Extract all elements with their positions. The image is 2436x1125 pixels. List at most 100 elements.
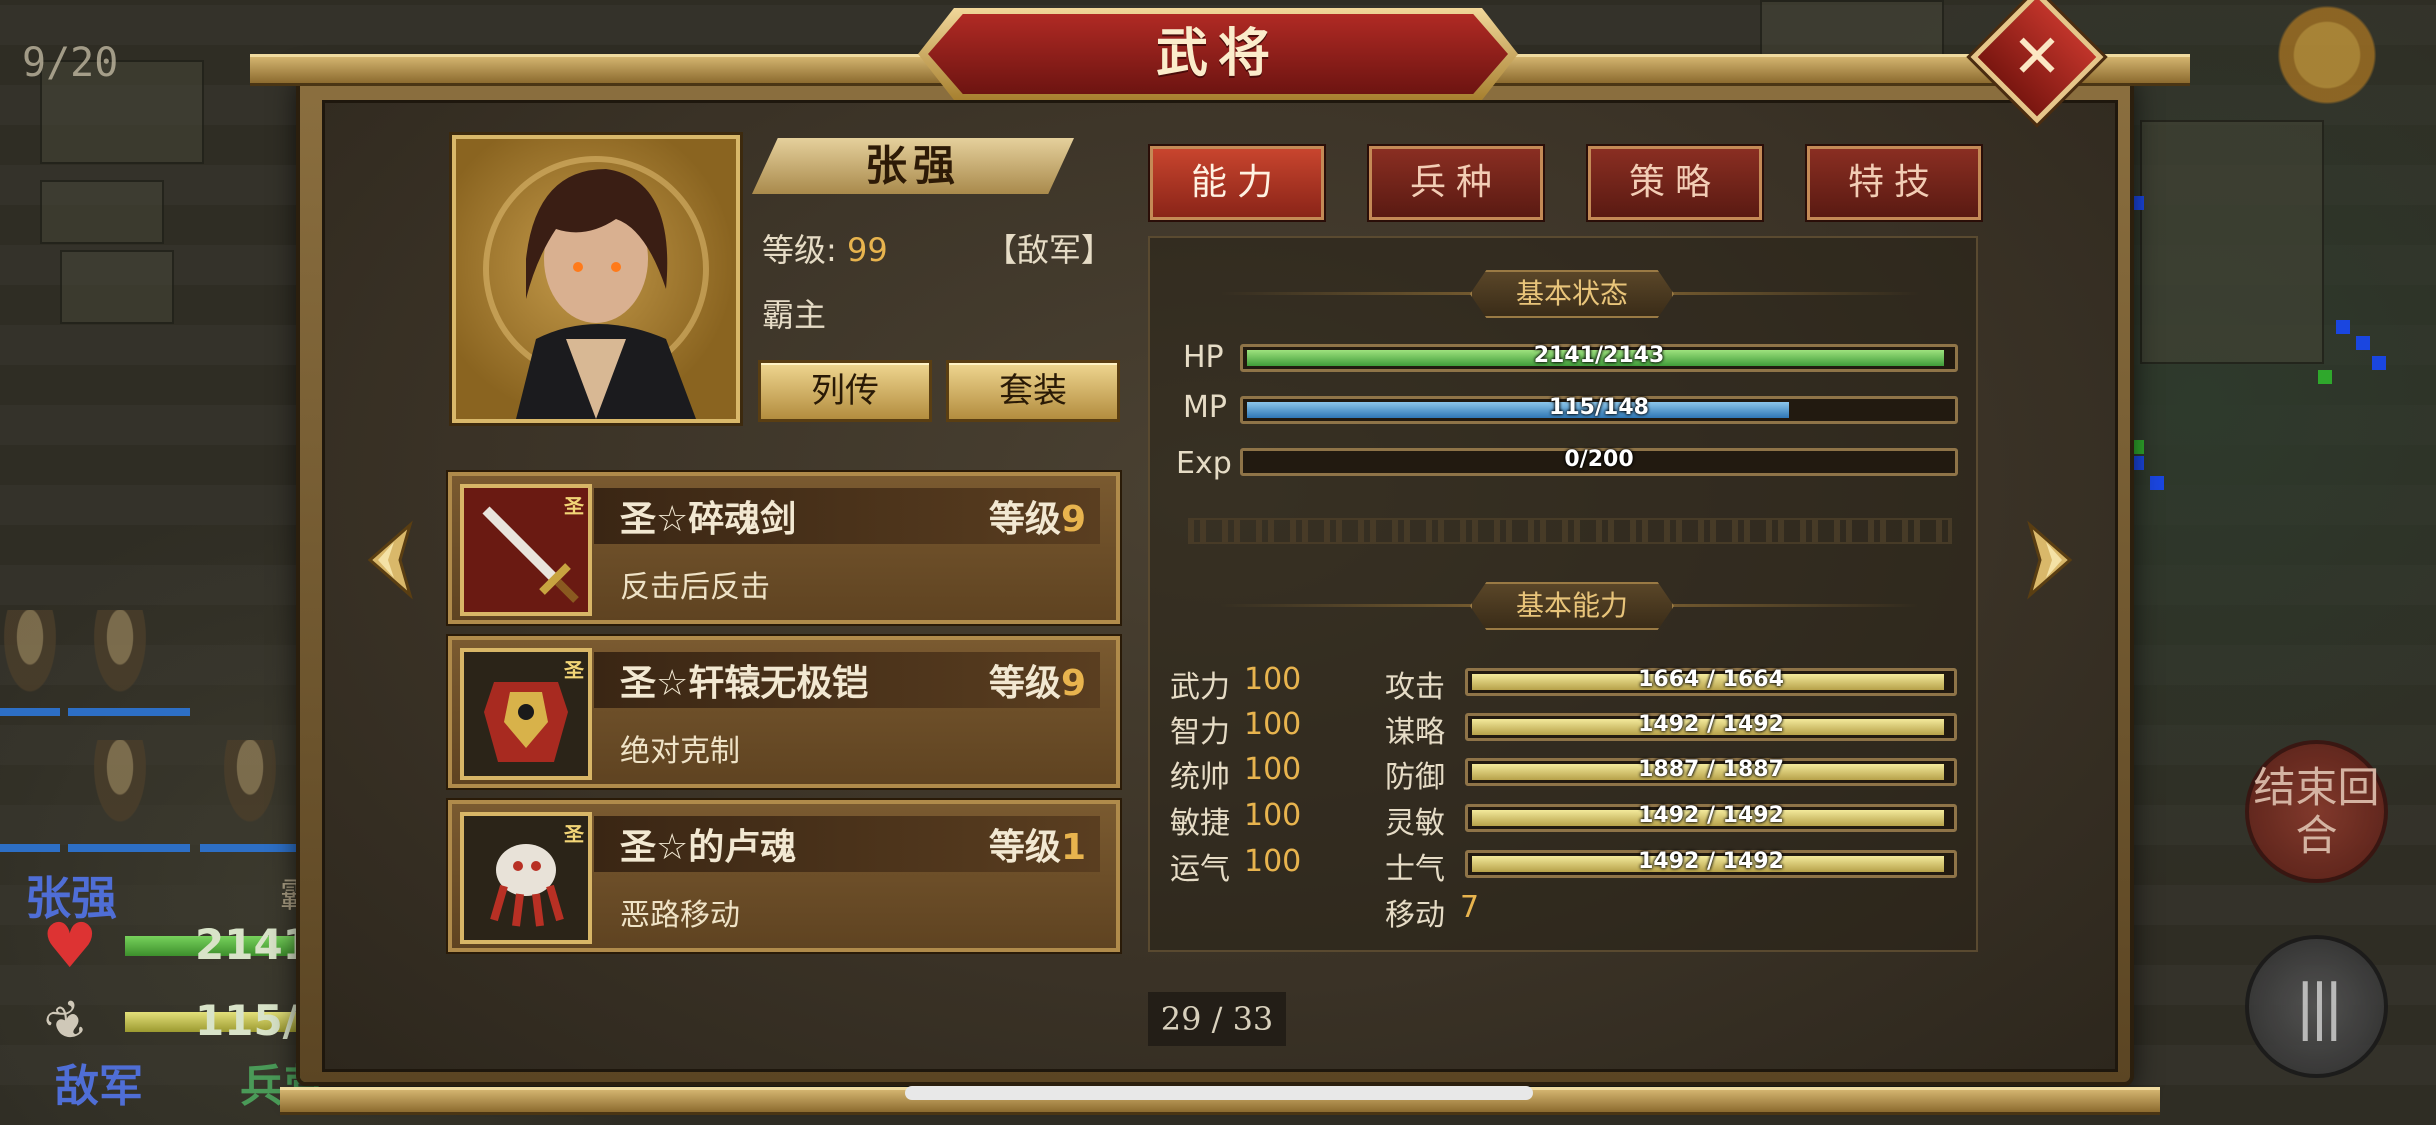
- equipment-name: 圣☆轩辕无极铠: [620, 663, 869, 704]
- soldier-hp-bar: [68, 708, 190, 716]
- soldier-hp-bar: [68, 844, 190, 852]
- soldier-hp-bar: [0, 844, 60, 852]
- equipment-level-value: 9: [1060, 663, 1086, 704]
- soldier-sprite: [0, 610, 60, 700]
- map-marker: [2130, 196, 2144, 210]
- combat-stat-bar: 1492 / 1492: [1465, 849, 1957, 878]
- equipment-level-label: 等级: [988, 663, 1061, 704]
- hp-bar: 2141/2143: [1240, 343, 1958, 372]
- mp-text: 115/148: [1549, 395, 1649, 420]
- turn-counter: 9/20: [22, 40, 119, 86]
- equipment-card[interactable]: 圣 圣☆的卢魂 等级1 恶路移动: [448, 800, 1120, 952]
- equipment-icon-box: 圣: [460, 648, 592, 780]
- equipment-level: 等级1: [989, 818, 1086, 870]
- decorative-pattern: [1188, 518, 1952, 544]
- biography-button[interactable]: 列传: [758, 360, 932, 422]
- soldier-sprite: [90, 740, 150, 830]
- class-label: 霸主: [762, 296, 827, 334]
- map-building: [2140, 120, 2324, 364]
- soldier-sprite: [220, 740, 280, 830]
- close-icon[interactable]: ✕: [1990, 10, 2084, 104]
- outfit-button[interactable]: 套装: [946, 360, 1120, 422]
- attr-name: 统帅: [1170, 760, 1230, 795]
- unit-faction: 敌军: [55, 1061, 143, 1112]
- map-marker: [2336, 320, 2350, 334]
- combat-stat-name: 谋略: [1385, 715, 1445, 750]
- page-indicator: 29 / 33: [1148, 992, 1286, 1046]
- equipment-level-value: 9: [1060, 499, 1086, 540]
- move-value: 7: [1460, 890, 1480, 925]
- end-turn-button[interactable]: 结束回合: [2245, 740, 2388, 883]
- basic-ability-title: 基本能力: [1470, 582, 1674, 630]
- tab-strategy[interactable]: 策略: [1588, 146, 1762, 220]
- level-label: 等级:: [762, 231, 837, 269]
- equipment-icon-box: 圣: [460, 484, 592, 616]
- hp-text: 2141/2143: [1533, 343, 1665, 368]
- combat-stat-text: 1492 / 1492: [1638, 712, 1784, 737]
- combat-stat-name: 攻击: [1385, 670, 1445, 705]
- tab-special-skill[interactable]: 特技: [1807, 146, 1981, 220]
- general-level: 等级: 99: [762, 225, 888, 271]
- attr-name: 智力: [1170, 715, 1230, 750]
- next-general-arrow-icon[interactable]: [2020, 520, 2080, 600]
- soldier-hp-bar: [200, 844, 300, 852]
- level-value: 99: [846, 231, 888, 269]
- basic-status-title: 基本状态: [1470, 270, 1674, 318]
- move-label: 移动: [1385, 898, 1445, 933]
- map-marker: [2150, 476, 2164, 490]
- previous-general-arrow-icon[interactable]: [360, 520, 420, 600]
- exp-label: Exp: [1176, 446, 1232, 481]
- map-marker: [2318, 370, 2332, 384]
- mp-label: MP: [1183, 390, 1227, 425]
- soldier-hp-bar: [0, 708, 60, 716]
- sun-icon: [2262, 0, 2392, 110]
- equipment-card[interactable]: 圣 圣☆轩辕无极铠 等级9 绝对克制: [448, 636, 1120, 788]
- equipment-effect: 绝对克制: [620, 734, 740, 769]
- attr-value: 100: [1244, 844, 1302, 879]
- attr-name: 武力: [1170, 670, 1230, 705]
- combat-stat-name: 士气: [1385, 852, 1445, 887]
- faction-label: 【敌军】: [985, 231, 1114, 269]
- exp-bar: 0/200: [1240, 447, 1958, 476]
- map-building: [40, 180, 164, 244]
- combat-stat-name: 防御: [1385, 760, 1445, 795]
- map-marker: [2356, 336, 2370, 350]
- attr-value: 100: [1244, 798, 1302, 833]
- menu-button[interactable]: |||: [2245, 935, 2388, 1078]
- map-building: [60, 250, 174, 324]
- general-name: 张强: [864, 141, 961, 190]
- combat-stat-text: 1887 / 1887: [1638, 757, 1784, 782]
- equipment-name: 圣☆的卢魂: [620, 827, 797, 868]
- equipment-level-label: 等级: [988, 499, 1061, 540]
- equipment-card[interactable]: 圣 圣☆碎魂剑 等级9 反击后反击: [448, 472, 1120, 624]
- soldier-sprite: [90, 610, 150, 700]
- equipment-icon-box: 圣: [460, 812, 592, 944]
- equipment-effect: 反击后反击: [620, 570, 770, 605]
- equipment-level-label: 等级: [988, 827, 1061, 868]
- attr-value: 100: [1244, 752, 1302, 787]
- sacred-badge-icon: 圣: [564, 822, 584, 846]
- page-title: 武将: [1155, 23, 1280, 84]
- portrait-art: [483, 156, 709, 419]
- tab-ability[interactable]: 能力: [1150, 146, 1324, 220]
- combat-stat-bar: 1492 / 1492: [1465, 712, 1957, 741]
- combat-stat-bar: 1664 / 1664: [1465, 667, 1957, 696]
- combat-stat-bar: 1492 / 1492: [1465, 803, 1957, 832]
- attr-name: 敏捷: [1170, 806, 1230, 841]
- attr-value: 100: [1244, 707, 1302, 742]
- tab-troop-type[interactable]: 兵种: [1369, 146, 1543, 220]
- equipment-level-value: 1: [1060, 827, 1086, 868]
- map-marker: [2372, 356, 2386, 370]
- hp-label: HP: [1183, 340, 1224, 375]
- heart-icon: ♥: [42, 909, 98, 982]
- home-indicator[interactable]: [905, 1086, 1533, 1100]
- equipment-level: 等级9: [989, 490, 1086, 542]
- combat-stat-text: 1492 / 1492: [1638, 803, 1784, 828]
- attr-value: 100: [1244, 662, 1302, 697]
- combat-stat-text: 1492 / 1492: [1638, 849, 1784, 874]
- sacred-badge-icon: 圣: [564, 494, 584, 518]
- mp-bar: 115/148: [1240, 395, 1958, 424]
- combat-stat-name: 灵敏: [1385, 806, 1445, 841]
- attr-name: 运气: [1170, 852, 1230, 887]
- equipment-level: 等级9: [989, 654, 1086, 706]
